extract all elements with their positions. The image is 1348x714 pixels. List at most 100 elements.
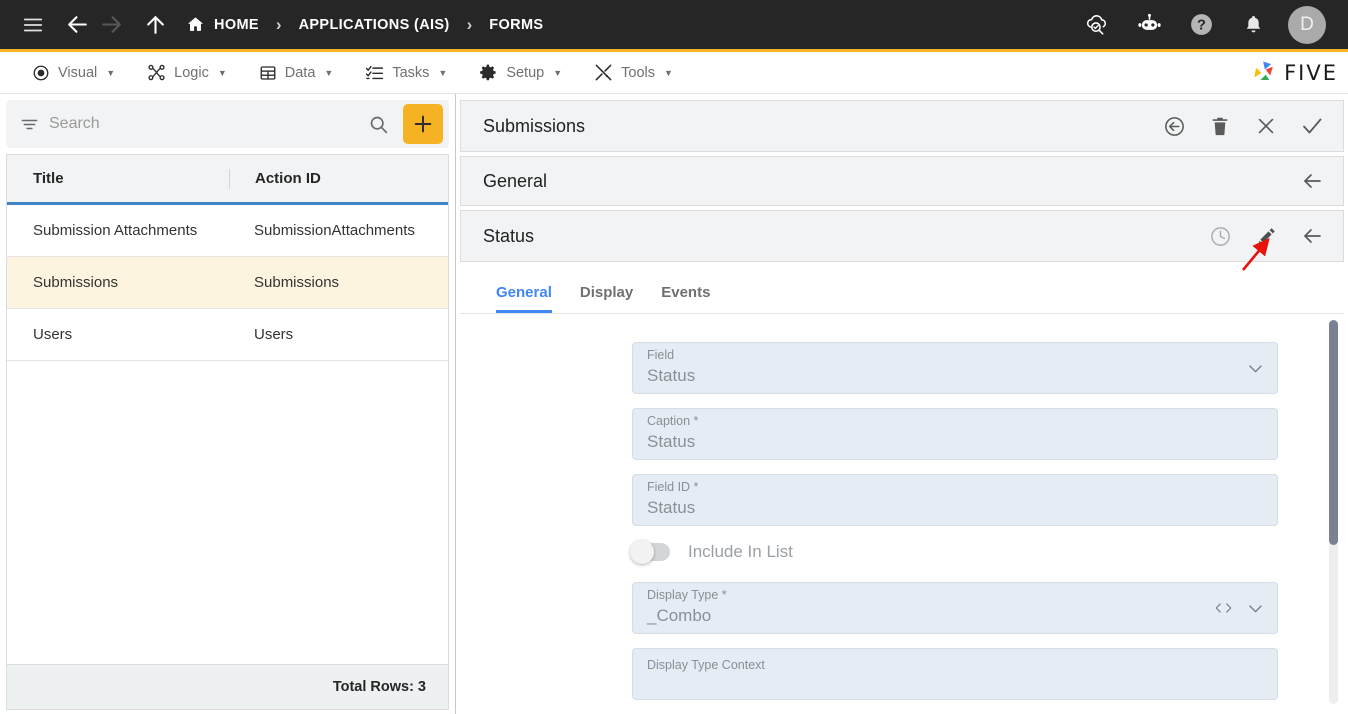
forms-list-panel: Title Action ID Submission Attachments S… [0,94,456,714]
general-section-bar: General [460,156,1344,206]
include-in-list-toggle[interactable] [630,540,670,564]
home-icon [186,15,205,34]
help-icon[interactable]: ? [1184,8,1218,42]
history-clock-icon[interactable] [1207,223,1233,249]
grid-body: Submission Attachments SubmissionAttachm… [7,205,448,664]
table-row[interactable]: Users Users [7,309,448,361]
search-icon[interactable] [363,109,393,139]
menu-label-data: Data [284,64,316,81]
top-navigation-bar: HOME › APPLICATIONS (AIS) › FORMS ? D [0,0,1348,52]
tab-display[interactable]: Display [566,284,647,313]
checklist-icon [365,63,384,82]
menu-label-logic: Logic [174,64,209,81]
general-section-title: General [483,170,548,191]
forward-arrow-icon [94,8,128,42]
menu-item-visual[interactable]: Visual ▼ [16,52,131,93]
menu-item-data[interactable]: Data ▼ [243,52,350,93]
field-label: Display Type * [647,588,727,602]
avatar[interactable]: D [1288,5,1326,44]
menu-label-tasks: Tasks [392,64,430,81]
search-input[interactable] [49,115,353,133]
record-title: Submissions [483,115,586,136]
code-brackets-icon[interactable] [1213,599,1234,617]
include-in-list-row: Include In List [630,540,1278,564]
application-menu-bar: Visual ▼ Logic ▼ Data ▼ Tasks ▼ Setup ▼ … [0,52,1348,94]
bell-icon[interactable] [1236,8,1270,42]
cell-title: Submission Attachments [33,222,198,239]
table-row[interactable]: Submission Attachments SubmissionAttachm… [7,205,448,257]
chevron-down-icon[interactable] [1246,359,1265,378]
five-pinwheel-icon [1254,61,1273,80]
cell-action-id: SubmissionAttachments [254,222,415,239]
breadcrumb-separator-2: › [466,14,473,34]
breadcrumb-item-home[interactable]: HOME [182,15,263,34]
detail-tabs: General Display Events [460,262,1344,314]
chevron-down-icon: ▼ [324,67,334,78]
breadcrumb-label-home: HOME [214,16,259,33]
forms-grid: Title Action ID Submission Attachments S… [6,154,449,664]
cell-title: Users [33,326,73,343]
field-field[interactable]: Field Status [632,342,1278,394]
breadcrumb-item-forms[interactable]: FORMS [485,17,547,33]
record-editor-panel: Submissions General Status General Displ… [456,94,1348,714]
menu-label-visual: Visual [58,64,98,81]
vertical-scrollbar[interactable] [1329,320,1338,704]
chevron-down-icon: ▼ [438,67,448,78]
record-actions [1161,113,1325,139]
menu-item-tasks[interactable]: Tasks ▼ [349,52,463,93]
column-header-title[interactable]: Title [7,155,229,202]
breadcrumb-label-applications: APPLICATIONS (AIS) [298,16,450,33]
edit-pencil-icon[interactable] [1253,223,1279,249]
field-display-type-context[interactable]: Display Type Context [632,648,1278,700]
main-body: Title Action ID Submission Attachments S… [0,94,1348,714]
status-section-actions [1207,223,1325,249]
robot-icon[interactable] [1132,8,1166,42]
breadcrumb-label-forms: FORMS [489,16,544,33]
menu-item-tools[interactable]: Tools ▼ [578,52,689,93]
up-arrow-icon[interactable] [138,8,172,42]
menu-item-logic[interactable]: Logic ▼ [131,52,243,93]
field-display-type[interactable]: Display Type * _Combo [632,582,1278,634]
cell-title: Submissions [33,274,119,291]
close-icon[interactable] [1253,113,1279,139]
eye-icon [32,64,50,82]
cloud-search-icon[interactable] [1080,8,1114,42]
breadcrumb-item-applications[interactable]: APPLICATIONS (AIS) [295,17,454,33]
hamburger-menu-icon[interactable] [16,8,50,42]
field-field-id[interactable]: Field ID * Status [632,474,1278,526]
add-form-button[interactable] [403,104,443,144]
field-label: Caption * [647,414,699,428]
field-caption[interactable]: Caption * Status [632,408,1278,460]
chevron-down-icon: ▼ [106,67,116,78]
grid-header-row: Title Action ID [7,155,448,205]
field-label: Field ID * [647,480,699,494]
table-row[interactable]: Submissions Submissions [7,257,448,309]
tab-general[interactable]: General [482,284,566,313]
filter-icon[interactable] [20,115,39,134]
toggle-knob [630,540,654,564]
delete-icon[interactable] [1207,113,1233,139]
undo-back-icon[interactable] [1161,113,1187,139]
field-value: Status [647,498,696,517]
menu-item-setup[interactable]: Setup ▼ [463,52,578,93]
tab-events[interactable]: Events [647,284,724,313]
general-section-actions [1299,168,1325,194]
chevron-down-icon: ▼ [217,67,227,78]
breadcrumb-separator: › [275,14,282,34]
back-arrow-icon[interactable] [60,8,94,42]
scrollbar-thumb[interactable] [1329,320,1338,545]
collapse-left-arrow-icon[interactable] [1299,223,1325,249]
status-section-bar: Status [460,210,1344,262]
field-value: _Combo [647,606,712,625]
field-label: Display Type Context [647,658,765,672]
tools-icon [594,63,613,82]
status-section-title: Status [483,225,535,246]
topbar-right-actions: ? D [1080,5,1332,44]
field-trailing-icons [1213,583,1265,633]
chevron-down-icon[interactable] [1246,599,1265,618]
form-fields: Field Status Caption * Status Field ID *… [460,342,1344,700]
collapse-left-arrow-icon[interactable] [1299,168,1325,194]
confirm-icon[interactable] [1299,113,1325,139]
field-value: Status [647,366,696,385]
column-header-action-id[interactable]: Action ID [229,168,448,189]
